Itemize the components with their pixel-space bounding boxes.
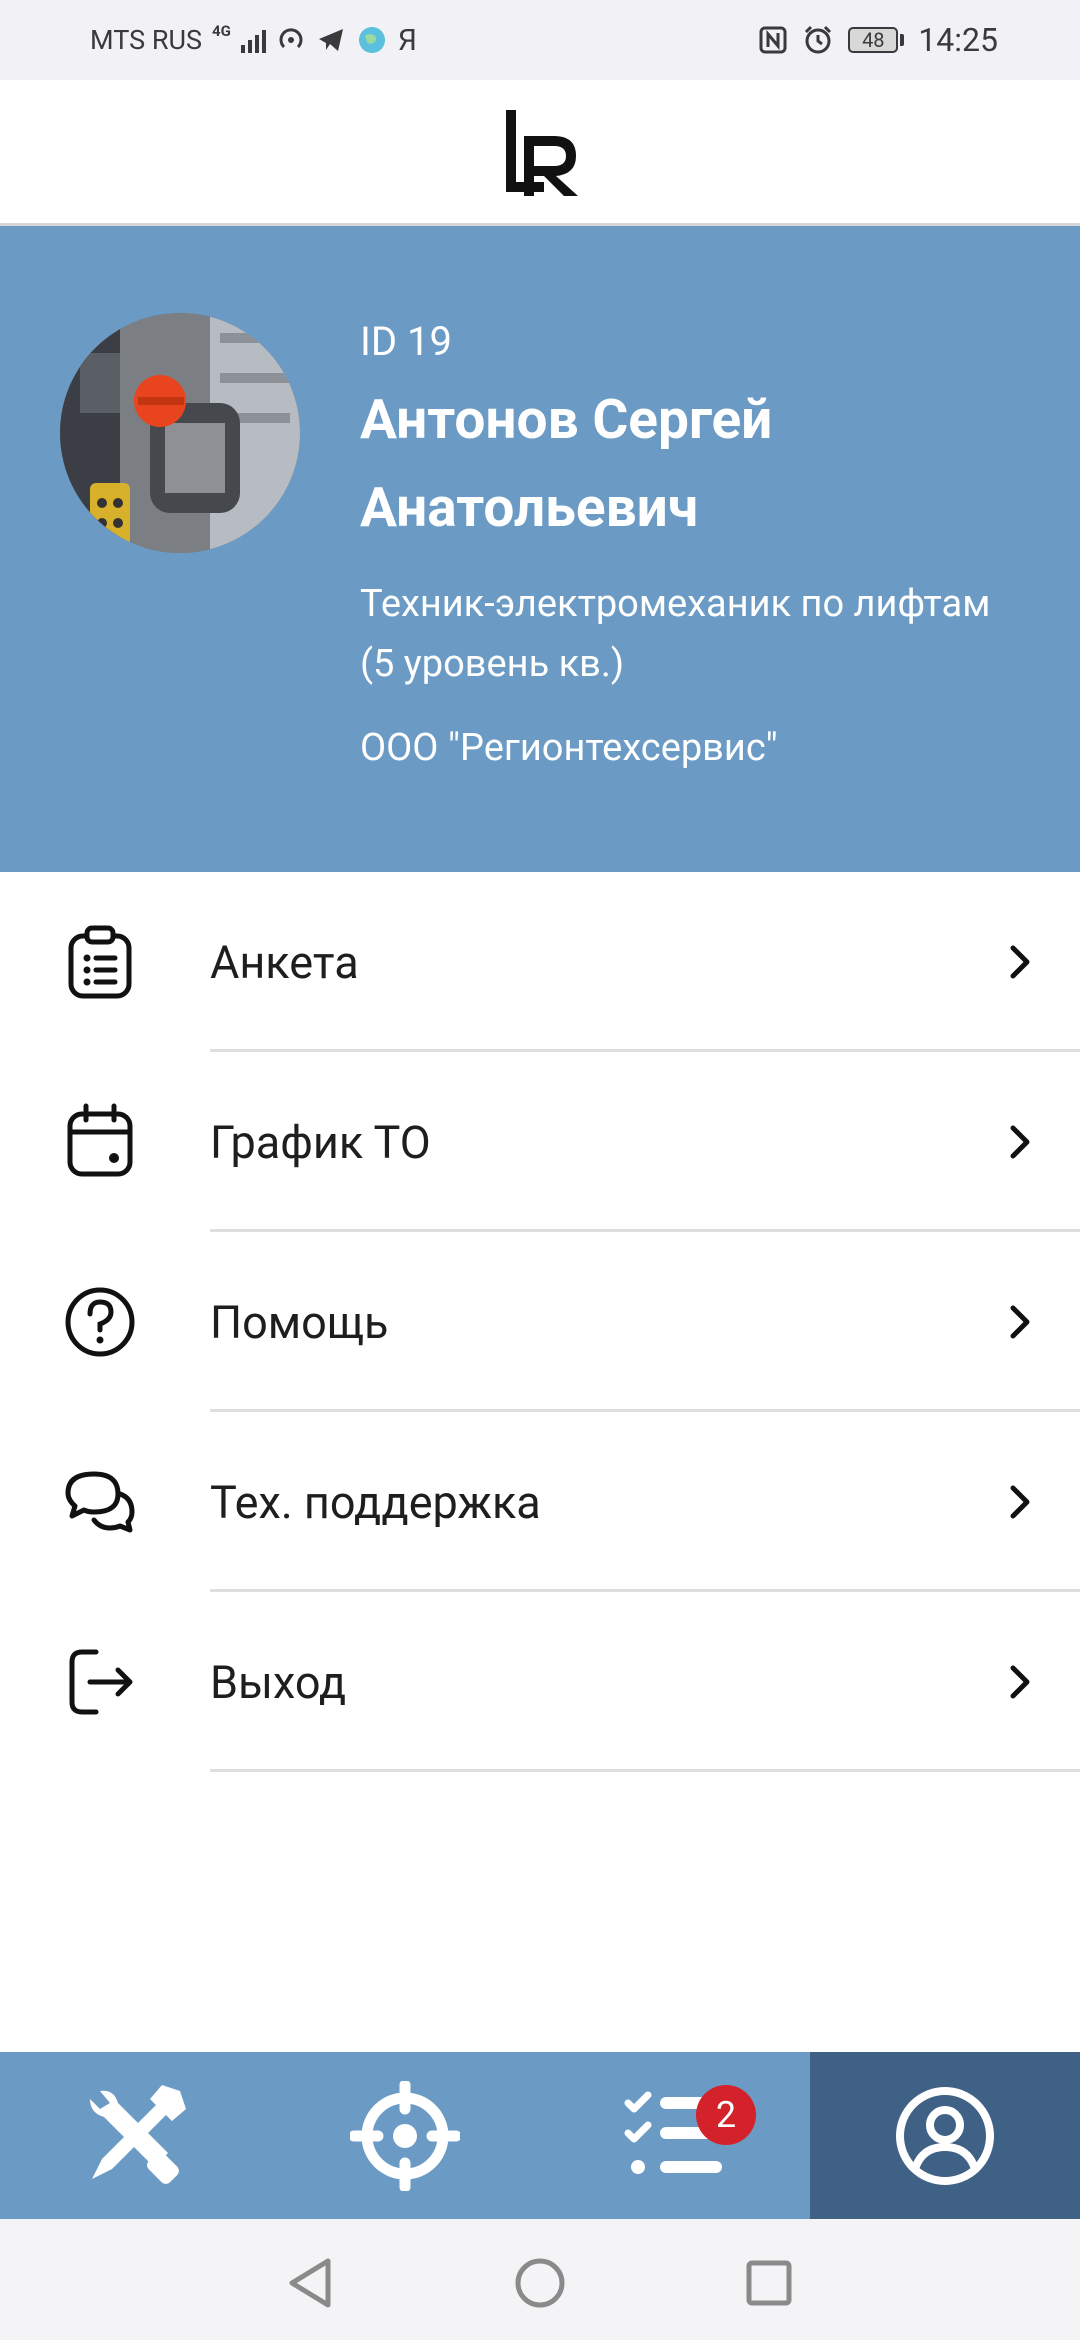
menu-item-label: Помощь xyxy=(210,1295,389,1349)
alarm-icon xyxy=(805,25,832,54)
telegram-icon xyxy=(318,29,343,51)
user-circle-icon xyxy=(896,2086,994,2185)
status-time: 14:25 xyxy=(918,21,998,59)
status-right: 48 14:25 xyxy=(758,0,998,80)
menu-item-label: График ТО xyxy=(210,1115,431,1169)
battery-icon: 48 xyxy=(848,27,905,53)
bottom-navigation: 2 xyxy=(0,2052,1080,2219)
help-circle-icon xyxy=(65,1287,135,1357)
menu-item-label: Анкета xyxy=(210,935,359,989)
settings-menu: Анкета График ТО Помощь Тех. поддержка В… xyxy=(0,872,1080,1772)
menu-item-label: Выход xyxy=(210,1655,347,1709)
yandex-icon: Я xyxy=(397,22,417,58)
chevron-right-icon xyxy=(1010,1665,1030,1699)
tab-location[interactable] xyxy=(270,2052,540,2219)
menu-item-logout[interactable]: Выход xyxy=(0,1592,1080,1772)
system-navigation-bar xyxy=(0,2219,1080,2340)
profile-position: Техник-электромеханик по лифтам (5 урове… xyxy=(360,582,991,686)
tab-profile[interactable] xyxy=(810,2052,1080,2219)
status-bar: MTS RUS 4G Я 48 14:25 xyxy=(0,0,1080,80)
battery-level: 48 xyxy=(848,27,899,53)
app-header xyxy=(0,80,1080,226)
logout-icon xyxy=(69,1649,133,1715)
menu-item-questionnaire[interactable]: Анкета xyxy=(0,872,1080,1052)
network-type: 4G xyxy=(212,22,231,40)
menu-item-maintenance-schedule[interactable]: График ТО xyxy=(0,1052,1080,1232)
avatar[interactable] xyxy=(60,313,300,553)
calendar-icon xyxy=(67,1103,133,1177)
signal-icon xyxy=(240,27,266,53)
menu-item-label: Тех. поддержка xyxy=(210,1475,541,1529)
menu-item-tech-support[interactable]: Тех. поддержка xyxy=(0,1412,1080,1592)
nfc-icon xyxy=(759,26,787,54)
chevron-right-icon xyxy=(1010,1305,1030,1339)
chevron-right-icon xyxy=(1010,945,1030,979)
profile-card: ID 19 Антонов Сергей Анатольевич Техник-… xyxy=(0,226,1080,872)
carrier-name: MTS RUS xyxy=(90,24,202,56)
profile-organization: ООО "Регионтехсервис" xyxy=(360,726,778,770)
chevron-right-icon xyxy=(1010,1125,1030,1159)
clipboard-list-icon xyxy=(68,925,132,999)
tasks-badge: 2 xyxy=(696,2085,756,2145)
status-left: MTS RUS 4G Я xyxy=(90,0,417,80)
tab-tasks[interactable] xyxy=(540,2052,810,2219)
globe-icon xyxy=(358,27,385,53)
menu-item-help[interactable]: Помощь xyxy=(0,1232,1080,1412)
wrench-screwdriver-icon xyxy=(90,2084,186,2184)
crosshair-icon xyxy=(350,2080,460,2191)
chat-bubbles-icon xyxy=(65,1471,135,1533)
menu-divider xyxy=(210,1769,1080,1772)
avatar-photo xyxy=(60,313,300,553)
app-logo xyxy=(506,110,578,196)
back-icon[interactable] xyxy=(286,2257,334,2309)
home-icon[interactable] xyxy=(514,2257,566,2309)
tab-tools[interactable] xyxy=(0,2052,270,2219)
hotspot-icon xyxy=(279,28,303,49)
profile-name: Антонов Сергей Анатольевич xyxy=(360,388,773,540)
recents-icon[interactable] xyxy=(745,2259,793,2307)
chevron-right-icon xyxy=(1010,1485,1030,1519)
profile-id: ID 19 xyxy=(360,318,453,365)
